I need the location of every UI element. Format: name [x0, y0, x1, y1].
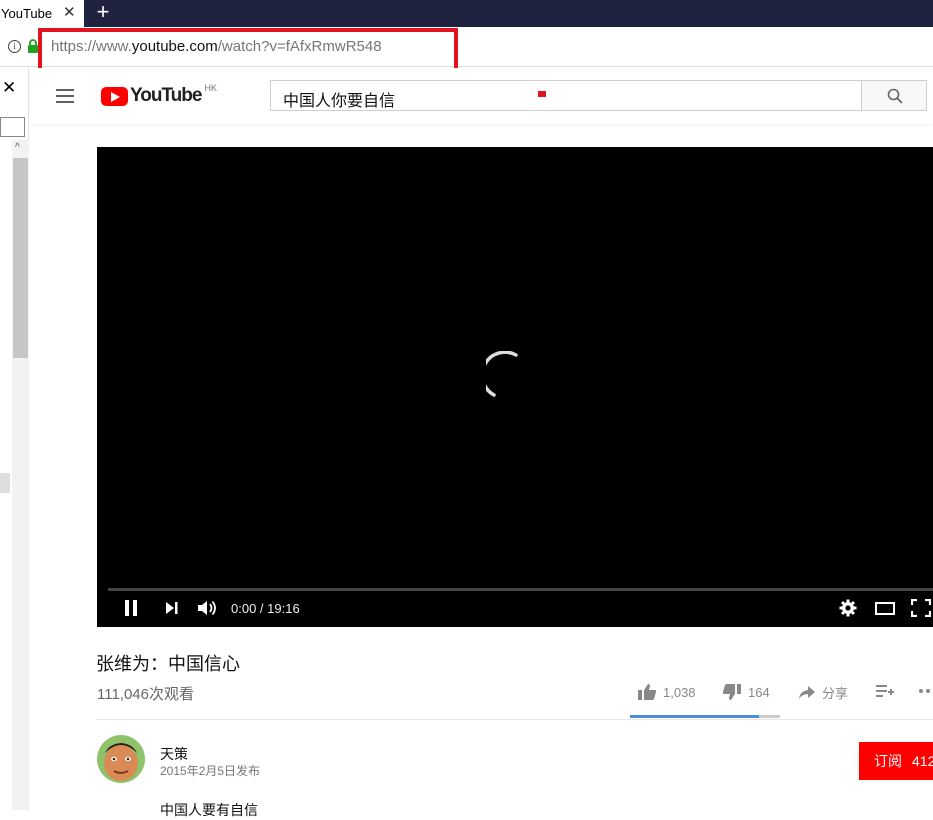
thumbs-up-icon	[638, 684, 657, 700]
like-button[interactable]: 1,038	[637, 683, 696, 701]
scroll-thumb[interactable]	[13, 158, 28, 358]
pause-icon[interactable]	[123, 599, 139, 617]
logo-region: HK	[204, 83, 217, 93]
share-label: 分享	[822, 686, 849, 701]
hamburger-menu-icon[interactable]	[56, 89, 74, 103]
side-panel-scrollbar[interactable]: ^	[12, 140, 29, 810]
youtube-play-logo-icon	[101, 86, 128, 106]
logo-text: YouTube	[130, 85, 202, 106]
youtube-header: YouTube HK 中国人你要自信	[30, 68, 933, 124]
tab-close-icon[interactable]: ✕	[63, 4, 76, 22]
new-tab-button[interactable]: +	[92, 0, 114, 27]
channel-name[interactable]: 天策	[160, 744, 188, 764]
progress-bar[interactable]	[108, 588, 933, 591]
add-to-playlist-button[interactable]	[875, 683, 901, 699]
subscribe-label: 订阅	[874, 753, 902, 769]
input-indicator-icon	[538, 91, 546, 97]
subscriber-count: 412	[912, 753, 933, 769]
share-icon	[799, 685, 815, 699]
fullscreen-icon[interactable]	[911, 599, 931, 617]
view-count: 111,046次观看	[97, 686, 194, 703]
dislike-count: 164	[748, 684, 770, 700]
info-icon[interactable]: i	[8, 40, 21, 53]
next-icon[interactable]	[164, 599, 180, 617]
scroll-up-icon[interactable]: ^	[15, 142, 20, 153]
side-panel-close-icon[interactable]: ✕	[2, 78, 16, 98]
lock-icon	[28, 39, 38, 53]
search-icon	[887, 88, 903, 104]
video-title: 张维为：中国信心	[96, 654, 240, 674]
browser-tab-strip: YouTube ✕ +	[0, 0, 933, 27]
url-path: /watch?v=fAfxRmwR548	[217, 38, 382, 55]
thumbs-down-icon	[722, 684, 741, 700]
time-display: 0:00 / 19:16	[231, 601, 300, 616]
address-bar[interactable]: i https://www.youtube.com/watch?v=fAfxRm…	[0, 27, 933, 67]
url-field[interactable]: https://www.youtube.com/watch?v=fAfxRmwR…	[51, 38, 382, 55]
video-description: 中国人要有自信	[160, 802, 258, 818]
divider	[97, 719, 933, 720]
subscribe-button[interactable]: 订阅 412	[859, 742, 933, 780]
volume-icon[interactable]	[197, 599, 219, 617]
add-to-playlist-icon	[876, 685, 894, 697]
side-panel-marker	[0, 473, 10, 493]
publish-date: 2015年2月5日发布	[160, 764, 261, 778]
side-panel-input[interactable]	[0, 117, 25, 137]
search-input[interactable]: 中国人你要自信	[270, 80, 862, 111]
dislike-button[interactable]: 164	[722, 683, 770, 701]
more-icon	[919, 689, 930, 693]
avatar-image	[97, 735, 145, 783]
side-panel: ✕ ^	[0, 68, 29, 811]
loading-spinner-icon	[486, 351, 518, 397]
more-actions-button[interactable]	[918, 683, 933, 699]
sentiment-like-fill	[630, 715, 759, 718]
url-host: youtube.com	[131, 38, 218, 55]
search-value: 中国人你要自信	[283, 93, 396, 110]
browser-tab[interactable]: YouTube ✕	[0, 0, 84, 27]
tab-title: YouTube	[1, 6, 53, 21]
sentiment-bar	[630, 715, 780, 718]
like-count: 1,038	[663, 684, 696, 700]
theater-mode-icon[interactable]	[874, 599, 896, 617]
youtube-logo[interactable]: YouTube HK	[101, 83, 217, 107]
channel-avatar[interactable]	[97, 735, 145, 783]
settings-icon[interactable]	[839, 599, 857, 617]
share-button[interactable]: 分享	[798, 683, 848, 702]
video-player[interactable]: 0:00 / 19:16	[97, 147, 933, 627]
search-button[interactable]	[861, 80, 927, 111]
url-scheme: https://www.	[51, 38, 132, 55]
